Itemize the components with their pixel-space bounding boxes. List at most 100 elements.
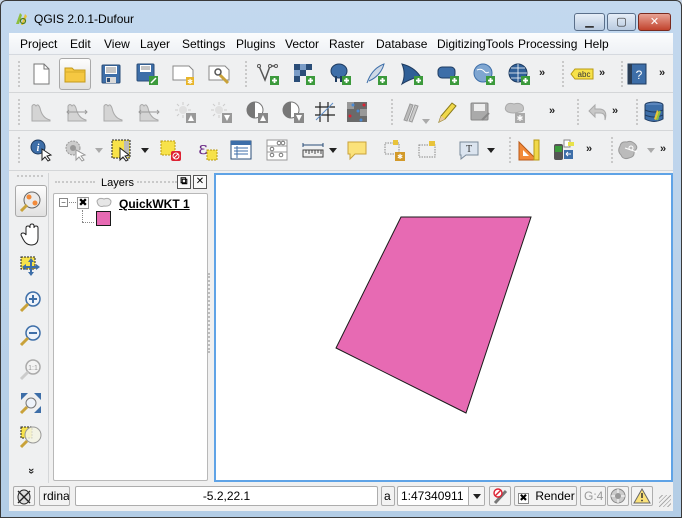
stop-render-button[interactable]	[489, 486, 511, 506]
toolbar-overflow-button[interactable]: »	[659, 67, 665, 79]
toolbar-grip[interactable]	[18, 137, 22, 163]
title-bar[interactable]: QGIS 2.0.1-Dufour ▁ ▢ ✕	[1, 1, 681, 33]
panel-splitter[interactable]	[208, 273, 211, 353]
identify-features-button[interactable]: i	[25, 134, 57, 166]
increase-contrast-button[interactable]	[241, 96, 273, 128]
full-cumulative-stretch-button[interactable]	[133, 96, 165, 128]
toolbar-grip[interactable]	[245, 61, 249, 87]
menu-vector[interactable]: Vector	[285, 37, 319, 51]
coordinate-label[interactable]: rdina	[39, 486, 70, 506]
nav-toolbar-overflow-button[interactable]: »	[25, 468, 37, 474]
split-features-button[interactable]	[613, 134, 645, 166]
layer-name[interactable]: QuickWKT 1	[119, 197, 190, 211]
toolbar-grip[interactable]	[18, 99, 22, 125]
zoom-native-button[interactable]: 1:1	[15, 353, 47, 385]
layer-symbol-swatch[interactable]	[96, 211, 111, 226]
split-features-dropdown[interactable]	[647, 148, 655, 153]
measure-line-button[interactable]	[297, 134, 329, 166]
toolbar-overflow-button[interactable]: »	[586, 143, 592, 155]
toolbar-overflow-button[interactable]: »	[549, 105, 555, 117]
menu-raster[interactable]: Raster	[329, 37, 364, 51]
close-panel-button[interactable]: ✕	[193, 175, 207, 189]
local-cumulative-stretch-button[interactable]	[97, 96, 129, 128]
increase-brightness-button[interactable]	[169, 96, 201, 128]
minimize-button[interactable]: ▁	[574, 13, 605, 31]
add-spatialite-layer-button[interactable]	[360, 58, 392, 90]
zoom-in-button[interactable]	[15, 285, 47, 317]
save-project-button[interactable]	[95, 58, 127, 90]
save-project-as-button[interactable]	[131, 58, 163, 90]
render-checkbox[interactable]: ✖ Render	[514, 486, 577, 506]
labeling-button[interactable]: abc	[566, 58, 598, 90]
text-annotation-button[interactable]	[341, 134, 373, 166]
run-feature-action-button[interactable]	[59, 134, 91, 166]
toolbar-overflow-button[interactable]: »	[660, 143, 666, 155]
select-by-expression-button[interactable]: ε	[191, 134, 223, 166]
menu-processing[interactable]: Processing	[518, 37, 577, 51]
messages-toggle-button[interactable]	[13, 486, 35, 506]
measure-dropdown[interactable]	[329, 148, 337, 153]
add-vector-layer-button[interactable]	[252, 58, 284, 90]
select-features-button[interactable]	[106, 134, 138, 166]
scale-combobox[interactable]: 1:47340911	[397, 486, 485, 506]
open-field-calculator-button[interactable]	[261, 134, 293, 166]
toolbar-overflow-button[interactable]: »	[539, 67, 545, 79]
menu-database[interactable]: Database	[376, 37, 427, 51]
current-edits-dropdown[interactable]	[422, 119, 430, 124]
new-print-composer-button[interactable]: ✱	[167, 58, 199, 90]
move-annotation-button[interactable]	[413, 134, 445, 166]
toolbar-grip[interactable]	[577, 99, 581, 125]
deselect-all-button[interactable]	[155, 134, 187, 166]
save-layer-edits-button[interactable]	[464, 96, 496, 128]
layers-panel-header[interactable]: Layers ⧉ ✕	[51, 173, 211, 193]
undo-button[interactable]	[582, 96, 614, 128]
menu-layer[interactable]: Layer	[140, 37, 170, 51]
message-log-button[interactable]	[631, 486, 653, 506]
maximize-button[interactable]: ▢	[607, 13, 636, 31]
add-oracle-layer-button[interactable]	[432, 58, 464, 90]
pan-to-selection-button[interactable]	[15, 185, 47, 217]
menu-project[interactable]: Project	[20, 37, 57, 51]
chevron-down-icon[interactable]	[468, 487, 484, 505]
polygon-feature[interactable]	[335, 216, 532, 414]
decrease-contrast-button[interactable]	[277, 96, 309, 128]
menu-help[interactable]: Help	[584, 37, 609, 51]
collapse-toggle[interactable]: −	[59, 198, 68, 207]
menu-plugins[interactable]: Plugins	[236, 37, 275, 51]
add-raster-layer-button[interactable]	[288, 58, 320, 90]
zoom-full-button[interactable]	[15, 387, 47, 419]
run-feature-action-dropdown[interactable]	[95, 148, 103, 153]
open-project-button[interactable]	[59, 58, 91, 90]
whats-this-help-button[interactable]: ?	[621, 58, 653, 90]
grid-tool-button[interactable]	[309, 96, 341, 128]
pan-map-button[interactable]	[15, 219, 47, 251]
local-histogram-stretch-button[interactable]	[25, 96, 57, 128]
select-features-dropdown[interactable]	[141, 148, 149, 153]
menu-digitizingtools[interactable]: DigitizingTools	[437, 37, 514, 51]
window-resize-grip[interactable]	[659, 495, 671, 507]
new-project-button[interactable]	[25, 58, 57, 90]
form-annotation-button[interactable]: ✱	[379, 134, 411, 166]
open-attribute-table-button[interactable]	[225, 134, 257, 166]
crs-status-button[interactable]: G:4	[580, 486, 606, 506]
toolbar-grip[interactable]	[17, 175, 43, 178]
close-button[interactable]: ✕	[638, 13, 671, 31]
toolbar-overflow-button[interactable]: »	[612, 105, 618, 117]
menu-edit[interactable]: Edit	[70, 37, 91, 51]
db-manager-button[interactable]	[638, 96, 670, 128]
toolbar-grip[interactable]	[18, 61, 22, 87]
map-canvas[interactable]	[214, 173, 673, 482]
layer-visibility-checkbox[interactable]: ✖	[77, 197, 89, 209]
georeferencer-button[interactable]	[341, 96, 373, 128]
menu-view[interactable]: View	[104, 37, 130, 51]
zoom-to-selection-button[interactable]	[15, 251, 47, 283]
add-mssql-layer-button[interactable]	[396, 58, 428, 90]
toggle-editing-button[interactable]	[431, 96, 463, 128]
add-wms-layer-button[interactable]	[468, 58, 500, 90]
zoom-out-button[interactable]	[15, 319, 47, 351]
float-panel-button[interactable]: ⧉	[177, 175, 191, 189]
projection-button[interactable]	[607, 486, 629, 506]
decrease-brightness-button[interactable]	[205, 96, 237, 128]
text-annotation-tool-button[interactable]: T	[453, 134, 485, 166]
toolbar-overflow-button[interactable]: »	[599, 67, 605, 79]
